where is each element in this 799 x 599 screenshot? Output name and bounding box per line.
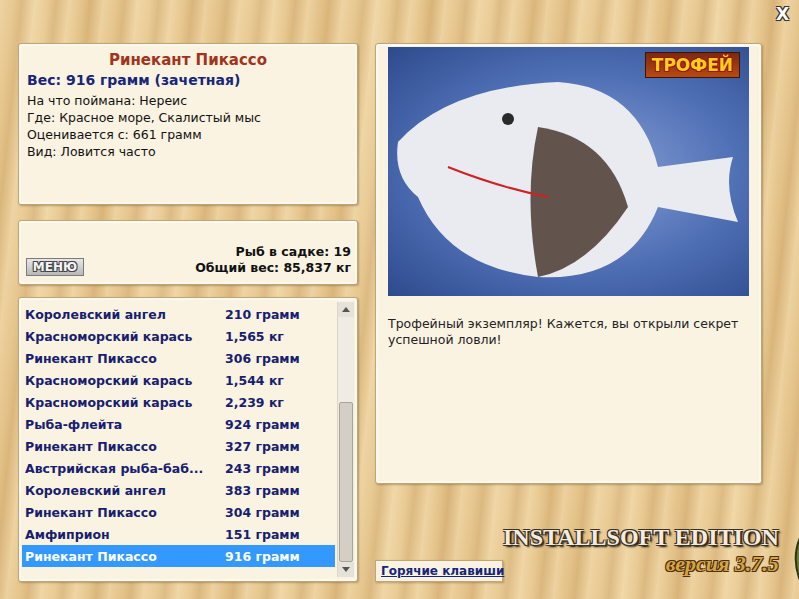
catch-row[interactable]: Рыба-флейта924 грамм <box>22 413 335 435</box>
catch-row[interactable]: Ринекант Пикассо304 грамм <box>22 501 335 523</box>
close-button[interactable]: X <box>776 5 789 23</box>
catch-weight: 916 грамм <box>225 549 300 564</box>
catch-weight: 151 грамм <box>225 527 300 542</box>
catch-name: Королевский ангел <box>25 483 225 498</box>
catch-list: Королевский ангел210 граммКрасноморский … <box>22 302 335 577</box>
fish-weight: Вес: 916 грамм (зачетная) <box>27 70 349 90</box>
pike-icon <box>779 498 799 590</box>
fishing-game-window: XРинекант ПикассоВес: 916 грамм (зачетна… <box>0 0 799 599</box>
catch-name: Ринекант Пикассо <box>25 439 225 454</box>
catch-name: Королевский ангел <box>25 307 225 322</box>
logo-title: INSTALLSOFT EDITION <box>503 524 779 551</box>
catch-name: Ринекант Пикассо <box>25 505 225 520</box>
menu-button[interactable]: МЕНЮ <box>26 258 84 276</box>
scrollbar[interactable] <box>337 302 354 577</box>
trophy-panel: ТРОФЕЙ Трофейный экземпляр! Кажется, вы о… <box>375 43 762 484</box>
catch-weight: 304 грамм <box>225 505 300 520</box>
scroll-track[interactable] <box>338 317 354 562</box>
catch-row[interactable]: Амфиприон151 грамм <box>22 523 335 545</box>
hotkeys-button[interactable]: Горячие клавиши <box>375 560 503 582</box>
catch-row[interactable]: Ринекант Пикассо916 грамм <box>22 545 335 567</box>
catch-row[interactable]: Ринекант Пикассо306 грамм <box>22 347 335 369</box>
catch-row[interactable]: Австрийская рыба-баб...243 грамм <box>22 457 335 479</box>
catch-row[interactable]: Красноморский карась1,565 кг <box>22 325 335 347</box>
header: X <box>0 0 799 43</box>
trophy-badge: ТРОФЕЙ <box>645 52 740 78</box>
catch-weight: 243 грамм <box>225 461 300 476</box>
catch-name: Красноморский карась <box>25 395 225 410</box>
content: Ринекант ПикассоВес: 916 грамм (зачетная… <box>0 43 799 599</box>
catch-weight: 210 грамм <box>225 307 300 322</box>
arrow-up-icon <box>342 307 350 312</box>
catch-name: Ринекант Пикассо <box>25 549 225 564</box>
arrow-down-icon <box>342 567 350 572</box>
right-column: ТРОФЕЙ Трофейный экземпляр! Кажется, вы о… <box>375 43 799 599</box>
catch-weight: 306 грамм <box>225 351 300 366</box>
fish-detail: На что поймана: Нереис <box>27 92 349 109</box>
catch-weight: 383 грамм <box>225 483 300 498</box>
catch-row[interactable]: Королевский ангел210 грамм <box>22 303 335 325</box>
catch-weight: 924 грамм <box>225 417 300 432</box>
fish-count: Рыб в садке: 19 <box>195 244 351 260</box>
catch-row[interactable]: Красноморский карась1,544 кг <box>22 369 335 391</box>
status-panel: МЕНЮ Рыб в садке: 19Общий вес: 85,837 кг <box>18 220 358 285</box>
fish-detail: Вид: Ловится часто <box>27 143 349 160</box>
bottom-bar: Горячие клавишиINSTALLSOFT EDITIONверсия… <box>375 484 799 599</box>
fish-detail: Где: Красное море, Скалистый мыс <box>27 109 349 126</box>
pike-logo <box>779 494 799 594</box>
catch-weight: 1,544 кг <box>225 373 284 388</box>
catch-list-panel: Королевский ангел210 граммКрасноморский … <box>18 297 358 582</box>
fish-photo: ТРОФЕЙ <box>388 47 749 296</box>
catch-name: Красноморский карась <box>25 373 225 388</box>
total-weight: Общий вес: 85,837 кг <box>195 260 351 276</box>
catch-name: Амфиприон <box>25 527 225 542</box>
fish-info-panel: Ринекант ПикассоВес: 916 грамм (зачетная… <box>18 43 358 205</box>
keepnet-summary: Рыб в садке: 19Общий вес: 85,837 кг <box>195 244 351 276</box>
left-column: Ринекант ПикассоВес: 916 грамм (зачетная… <box>18 43 358 599</box>
catch-weight: 2,239 кг <box>225 395 284 410</box>
catch-name: Ринекант Пикассо <box>25 351 225 366</box>
catch-weight: 1,565 кг <box>225 329 284 344</box>
catch-weight: 327 грамм <box>225 439 300 454</box>
catch-name: Рыба-флейта <box>25 417 225 432</box>
fish-icon <box>388 47 749 296</box>
scroll-up-button[interactable] <box>338 302 354 317</box>
logo-version: версия 3.7.5 <box>666 551 779 577</box>
catch-row[interactable]: Ринекант Пикассо327 грамм <box>22 435 335 457</box>
fish-detail: Оценивается с: 661 грамм <box>27 126 349 143</box>
fish-name: Ринекант Пикассо <box>27 50 349 70</box>
trophy-message: Трофейный экземпляр! Кажется, вы открыли… <box>388 316 749 348</box>
catch-name: Красноморский карась <box>25 329 225 344</box>
catch-row[interactable]: Красноморский карась2,239 кг <box>22 391 335 413</box>
catch-row[interactable]: Королевский ангел383 грамм <box>22 479 335 501</box>
scroll-down-button[interactable] <box>338 562 354 577</box>
logo: INSTALLSOFT EDITIONверсия 3.7.5 <box>503 524 779 599</box>
catch-name: Австрийская рыба-баб... <box>25 461 225 476</box>
scroll-thumb[interactable] <box>339 402 353 562</box>
